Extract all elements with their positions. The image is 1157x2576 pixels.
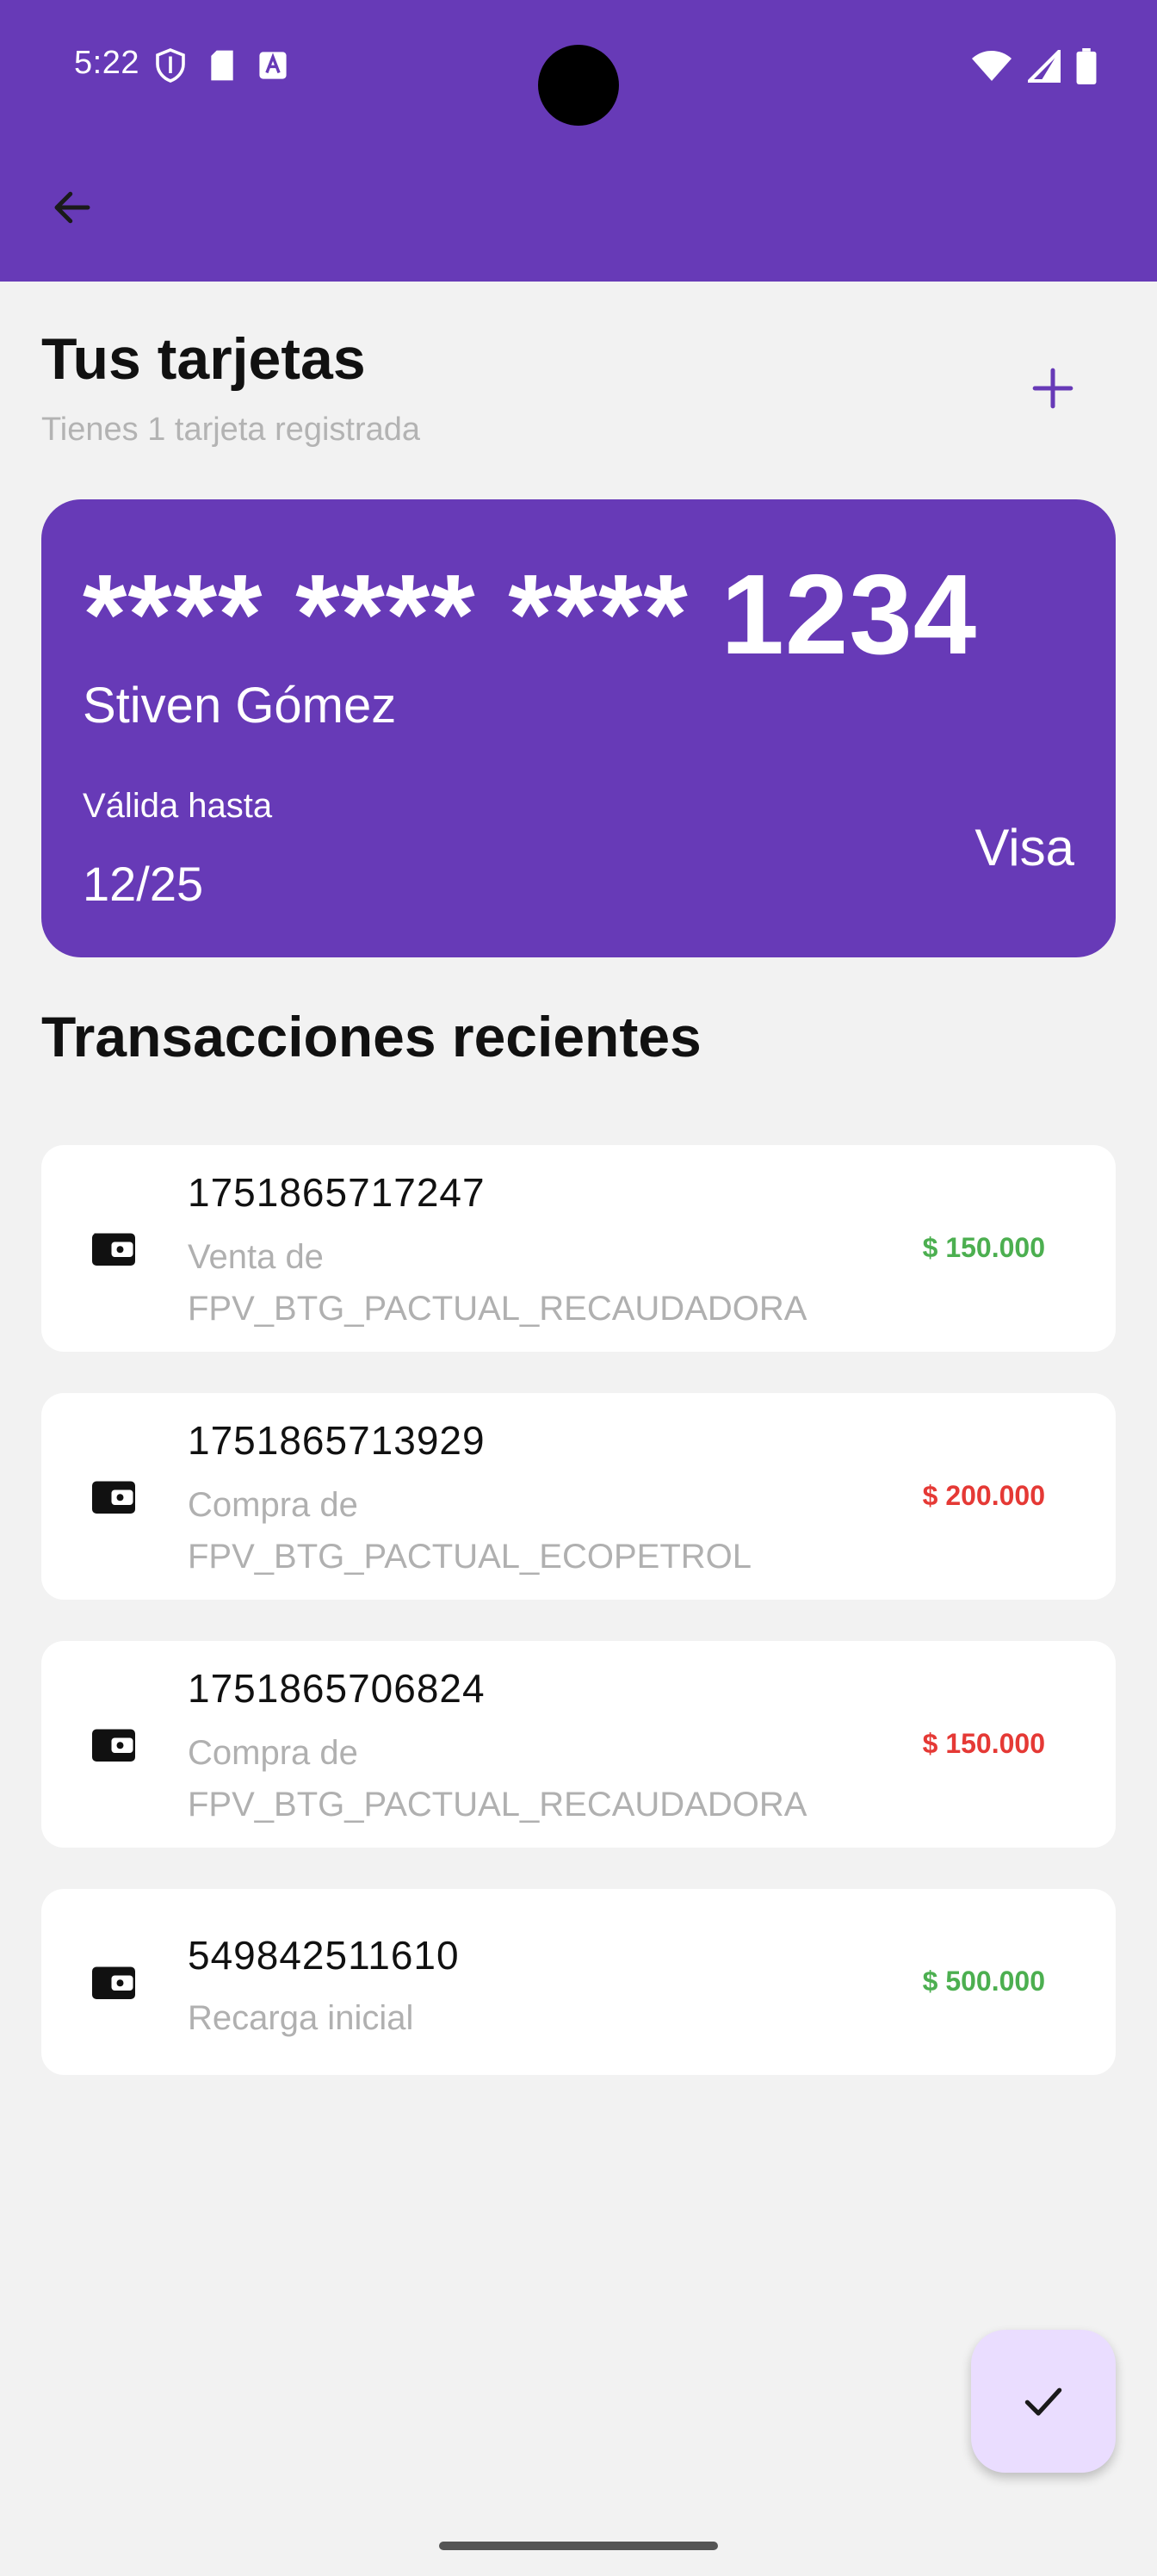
signal-icon: [1028, 50, 1061, 83]
transaction-amount: $ 500.000: [922, 1966, 1045, 1997]
credit-card[interactable]: **** **** **** 1234 Stiven Gómez Válida …: [41, 499, 1116, 957]
transaction-id: 1751865706824: [188, 1666, 486, 1711]
font-a-icon: [259, 52, 287, 79]
transaction-desc-line1: Recarga inicial: [188, 1999, 414, 2037]
transaction-id: 1751865713929: [188, 1418, 486, 1463]
transaction-item[interactable]: 1751865706824 Compra de FPV_BTG_PACTUAL_…: [41, 1641, 1116, 1848]
cards-title: Tus tarjetas: [41, 326, 366, 392]
check-icon: [1024, 2387, 1062, 2416]
status-time: 5:22: [74, 45, 139, 81]
card-brand: Visa: [974, 819, 1074, 876]
back-button[interactable]: [43, 178, 102, 237]
status-icons-right: [971, 48, 1097, 84]
arrow-left-icon: [54, 191, 90, 224]
transaction-desc-line1: Compra de: [188, 1734, 358, 1772]
battery-icon: [1076, 48, 1097, 84]
transaction-desc-line2: FPV_BTG_PACTUAL_RECAUDADORA: [188, 1786, 807, 1824]
plus-icon: [1032, 368, 1073, 409]
wallet-icon: [92, 1966, 135, 1999]
wallet-icon: [92, 1729, 135, 1762]
card-valid-label: Válida hasta: [83, 787, 273, 825]
transaction-item[interactable]: 1751865717247 Venta de FPV_BTG_PACTUAL_R…: [41, 1145, 1116, 1352]
transaction-desc-line1: Venta de: [188, 1238, 324, 1276]
add-card-button[interactable]: [1024, 360, 1081, 417]
card-valid-value: 12/25: [83, 857, 204, 911]
transaction-amount: $ 200.000: [922, 1480, 1045, 1511]
transaction-description: Compra de FPV_BTG_PACTUAL_ECOPETROL: [188, 1479, 894, 1582]
transaction-amount: $ 150.000: [922, 1728, 1045, 1759]
transactions-title: Transacciones recientes: [41, 1005, 702, 1068]
transaction-id: 1751865717247: [188, 1170, 486, 1215]
card-number: **** **** **** 1234: [83, 551, 978, 678]
sd-card-icon: [211, 50, 233, 81]
home-indicator[interactable]: [439, 2542, 718, 2550]
transaction-description: Venta de FPV_BTG_PACTUAL_RECAUDADORA: [188, 1231, 894, 1334]
wallet-icon: [92, 1233, 135, 1266]
transaction-id: 549842511610: [188, 1933, 460, 1978]
transaction-item[interactable]: 1751865713929 Compra de FPV_BTG_PACTUAL_…: [41, 1393, 1116, 1600]
transaction-amount: $ 150.000: [922, 1232, 1045, 1263]
transaction-description: Compra de FPV_BTG_PACTUAL_RECAUDADORA: [188, 1727, 894, 1830]
wallet-icon: [92, 1481, 135, 1514]
transaction-desc-line2: FPV_BTG_PACTUAL_RECAUDADORA: [188, 1290, 807, 1328]
status-icons-left: [155, 48, 288, 83]
shield-icon: [156, 48, 185, 83]
transaction-item[interactable]: 549842511610 Recarga inicial $ 500.000: [41, 1889, 1116, 2075]
confirm-fab[interactable]: [971, 2330, 1116, 2473]
card-holder: Stiven Gómez: [83, 678, 397, 734]
transaction-description: Recarga inicial: [188, 1992, 894, 2044]
app-bar: 5:22: [0, 0, 1157, 282]
transaction-desc-line2: FPV_BTG_PACTUAL_ECOPETROL: [188, 1538, 752, 1576]
camera-cutout: [538, 45, 619, 126]
wifi-icon: [972, 51, 1012, 81]
transaction-desc-line1: Compra de: [188, 1486, 358, 1524]
cards-subtitle: Tienes 1 tarjeta registrada: [41, 412, 421, 448]
